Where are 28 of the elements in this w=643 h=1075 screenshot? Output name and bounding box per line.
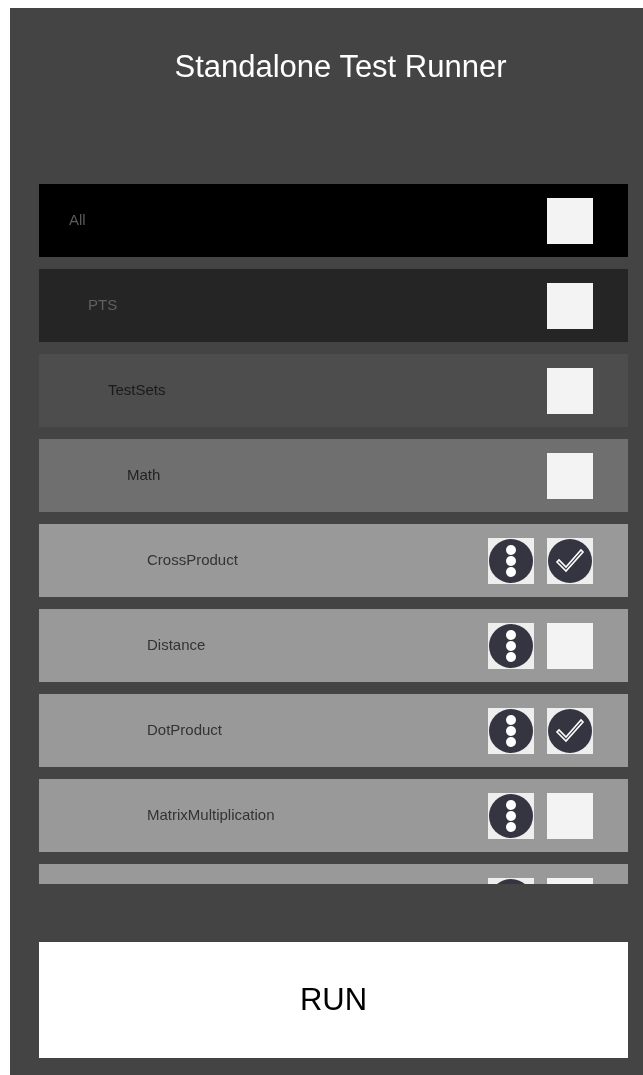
row-label: PTS — [88, 295, 118, 316]
checkbox[interactable] — [547, 282, 593, 329]
row-label: DotProduct — [147, 720, 223, 741]
row-label: Math — [127, 465, 161, 486]
tree-row[interactable]: Math — [39, 439, 628, 512]
more-options-icon[interactable] — [488, 622, 534, 669]
tree-row[interactable]: All — [39, 184, 628, 257]
more-options-icon[interactable] — [488, 707, 534, 754]
checkbox[interactable] — [547, 367, 593, 414]
row-label: CrossProduct — [147, 550, 238, 571]
row-label: All — [69, 210, 86, 231]
tree-row[interactable]: CrossProduct — [39, 524, 628, 597]
checkbox[interactable] — [547, 792, 593, 839]
checkbox[interactable] — [547, 622, 593, 669]
row-label: MatrixMultiplication — [147, 805, 275, 826]
tree-row[interactable]: DotProduct — [39, 694, 628, 767]
checkbox[interactable] — [547, 537, 593, 584]
run-button[interactable]: RUN — [39, 942, 628, 1058]
tree-row[interactable]: PTS — [39, 269, 628, 342]
row-label: Distance — [147, 635, 206, 656]
tree-row[interactable]: Distance — [39, 609, 628, 682]
checkbox[interactable] — [547, 197, 593, 244]
checkbox[interactable] — [547, 707, 593, 754]
tree-row[interactable]: MatrixMultiplication — [39, 779, 628, 852]
checkbox[interactable] — [547, 452, 593, 499]
window-title: Standalone Test Runner — [173, 48, 508, 86]
more-options-icon[interactable] — [488, 537, 534, 584]
more-options-icon[interactable] — [488, 792, 534, 839]
